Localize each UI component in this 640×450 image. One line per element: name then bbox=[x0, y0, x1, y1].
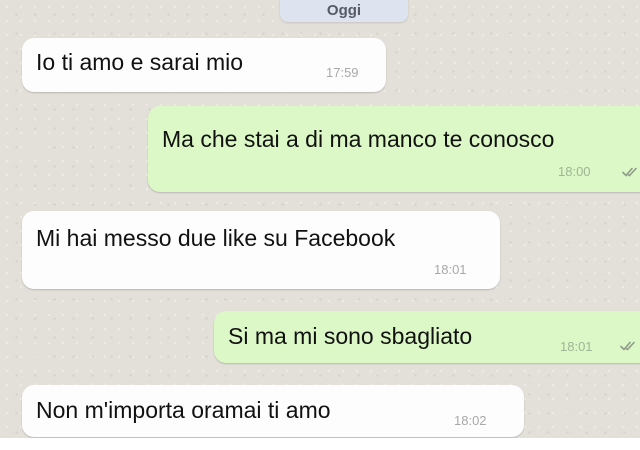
message-text: Si ma mi sono sbagliato bbox=[228, 323, 473, 349]
message-timestamp: 18:02 bbox=[454, 413, 487, 428]
message-bubble-outgoing[interactable]: Ma che stai a di ma manco te conosco 18:… bbox=[148, 106, 640, 192]
message-bubble-outgoing[interactable]: Si ma mi sono sbagliato 18:01 bbox=[214, 311, 640, 363]
date-separator: Oggi bbox=[280, 0, 408, 22]
message-text: Non m'importa oramai ti amo bbox=[36, 397, 331, 423]
message-bubble-incoming[interactable]: Mi hai messo due like su Facebook 18:01 bbox=[22, 211, 500, 289]
date-separator-label: Oggi bbox=[326, 2, 362, 19]
double-check-icon bbox=[622, 167, 637, 177]
message-text: Ma che stai a di ma manco te conosco bbox=[162, 126, 555, 152]
message-timestamp: 17:59 bbox=[326, 65, 359, 80]
message-bubble-incoming[interactable]: Io ti amo e sarai mio 17:59 bbox=[22, 38, 386, 92]
double-check-icon bbox=[620, 341, 635, 351]
message-timestamp: 18:01 bbox=[560, 339, 593, 354]
message-bubble-incoming[interactable]: Non m'importa oramai ti amo 18:02 bbox=[22, 385, 524, 437]
message-text: Mi hai messo due like su Facebook bbox=[36, 225, 396, 251]
message-timestamp: 18:01 bbox=[434, 262, 467, 277]
message-text: Io ti amo e sarai mio bbox=[36, 49, 244, 75]
chat-view: Oggi Io ti amo e sarai mio 17:59 Ma che … bbox=[0, 0, 640, 438]
message-timestamp: 18:00 bbox=[558, 164, 591, 179]
